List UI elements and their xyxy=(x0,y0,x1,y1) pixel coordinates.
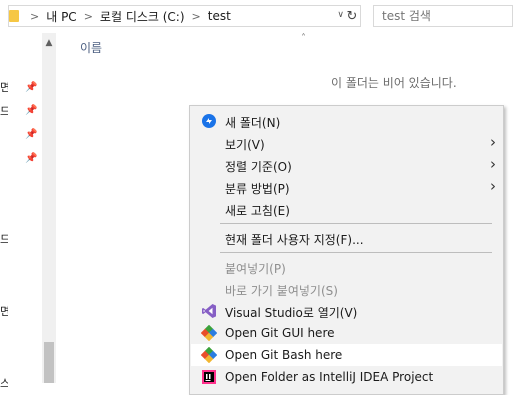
nav-item[interactable]: 스크 (C:) xyxy=(0,375,8,391)
menu-item-customize-folder[interactable]: 현재 폴더 사용자 지정(F)... xyxy=(191,227,502,249)
menu-item-label: Open Git Bash here xyxy=(225,348,343,362)
menu-item-paste[interactable]: 붙여넣기(P) xyxy=(191,256,502,278)
search-box[interactable] xyxy=(373,5,518,27)
menu-item-git-gui[interactable]: Open Git GUI here xyxy=(191,322,502,344)
chevron-right-icon[interactable]: > xyxy=(30,10,39,23)
folder-icon xyxy=(9,10,19,22)
menu-item-label: 분류 방법(P) xyxy=(225,182,290,196)
breadcrumb-this-pc[interactable]: 내 PC xyxy=(46,8,76,25)
search-input[interactable] xyxy=(374,6,518,26)
refresh-icon: ↻ xyxy=(346,8,358,24)
nav-item[interactable]: 면 xyxy=(0,79,8,95)
menu-item-label: Visual Studio로 열기(V) xyxy=(225,306,358,320)
menu-item-view[interactable]: 보기(V) › xyxy=(191,132,502,154)
pin-icon: 📌 xyxy=(25,129,38,140)
menu-item-label: 바로 가기 붙여넣기(S) xyxy=(225,284,338,298)
column-header-name[interactable]: 이름 xyxy=(80,39,102,56)
chevron-right-icon: › xyxy=(490,155,496,173)
menu-item-refresh[interactable]: 새로 고침(E) xyxy=(191,198,502,220)
new-folder-icon xyxy=(202,114,216,128)
chevron-right-icon[interactable]: > xyxy=(84,10,93,23)
menu-item-label: Open Folder as IntelliJ IDEA Project xyxy=(225,370,434,384)
git-bash-icon xyxy=(201,347,217,363)
git-gui-icon xyxy=(201,325,217,341)
menu-item-label: 새 폴더(N) xyxy=(225,116,281,130)
menu-item-label: Open Git GUI here xyxy=(225,326,335,340)
pin-icon: 📌 xyxy=(25,82,38,93)
menu-item-label: 정렬 기준(O) xyxy=(225,160,292,174)
menu-separator xyxy=(220,252,492,253)
menu-item-open-visual-studio[interactable]: Visual Studio로 열기(V) xyxy=(191,300,502,322)
context-menu: 새 폴더(N) 보기(V) › 정렬 기준(O) › 분류 방법(P) › 새로… xyxy=(189,105,504,395)
pin-icon: 📌 xyxy=(25,105,38,116)
breadcrumb-test[interactable]: test xyxy=(208,9,231,23)
menu-item-label: 새로 고침(E) xyxy=(225,204,290,218)
address-row: > 내 PC > 로컬 디스크 (C:) > test ∨ ↻ xyxy=(0,0,518,33)
chevron-right-icon: › xyxy=(490,177,496,195)
scroll-thumb[interactable] xyxy=(44,342,54,383)
breadcrumb-local-disk[interactable]: 로컬 디스크 (C:) xyxy=(100,8,185,25)
scroll-up-icon[interactable]: ▲ xyxy=(42,38,56,48)
nav-item[interactable]: 면 xyxy=(0,303,8,319)
menu-item-group-by[interactable]: 분류 방법(P) › xyxy=(191,176,502,198)
menu-item-label: 현재 폴더 사용자 지정(F)... xyxy=(225,233,364,247)
pin-icon: 📌 xyxy=(25,153,38,164)
nav-scrollbar[interactable]: ▲ xyxy=(42,33,56,383)
menu-separator xyxy=(220,223,492,224)
menu-item-label: 붙여넣기(P) xyxy=(225,262,286,276)
nav-item[interactable]: 드 xyxy=(0,103,8,119)
chevron-right-icon: › xyxy=(490,133,496,151)
nav-item[interactable]: 드 xyxy=(0,231,8,247)
menu-item-label: 보기(V) xyxy=(225,138,265,152)
visual-studio-icon xyxy=(202,304,216,318)
menu-item-new-folder[interactable]: 새 폴더(N) xyxy=(191,110,502,132)
refresh-button[interactable]: ↻ xyxy=(343,5,361,27)
navigation-pane: 면 드 드 면 스크 (C:) 📌 📌 📌 📌 xyxy=(0,33,42,390)
menu-item-paste-shortcut[interactable]: 바로 가기 붙여넣기(S) xyxy=(191,278,502,300)
menu-item-git-bash[interactable]: Open Git Bash here xyxy=(191,344,502,366)
menu-item-intellij[interactable]: Open Folder as IntelliJ IDEA Project xyxy=(191,366,502,388)
menu-item-sort-by[interactable]: 정렬 기준(O) › xyxy=(191,154,502,176)
sort-ascending-icon: ˄ xyxy=(301,33,306,44)
chevron-right-icon[interactable]: > xyxy=(192,10,201,23)
address-bar[interactable]: > 내 PC > 로컬 디스크 (C:) > test ∨ xyxy=(8,5,361,27)
empty-folder-message: 이 폴더는 비어 있습니다. xyxy=(331,76,457,90)
